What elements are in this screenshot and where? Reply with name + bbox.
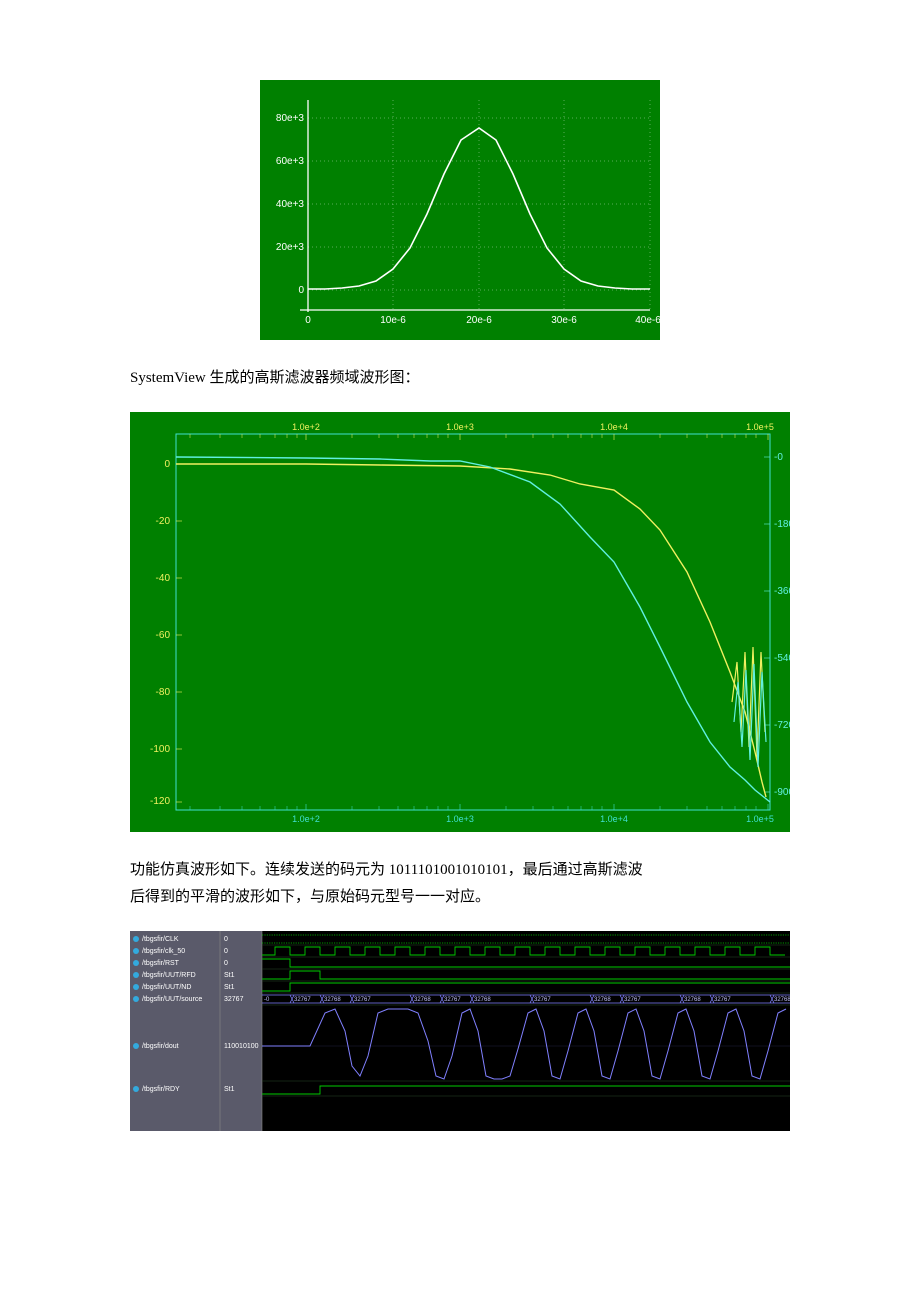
svg-text:32767: 32767 [444,997,461,1003]
y-tick: 0 [298,285,304,296]
svg-text:32767: 32767 [714,997,731,1003]
svg-text:32767: 32767 [624,997,641,1003]
svg-text:/tbgsfir/UUT/ND: /tbgsfir/UUT/ND [142,984,191,991]
svg-text:-0: -0 [264,997,270,1003]
svg-text:/tbgsfir/UUT/source: /tbgsfir/UUT/source [142,996,202,1003]
svg-text:/tbgsfir/dout: /tbgsfir/dout [142,1043,179,1050]
svg-text:32768: 32768 [414,997,431,1003]
gaussian-freq-chart: 0 -20 -40 -60 -80 -100 -120 -0 -180 [130,412,790,837]
caption-simulation: 功能仿真波形如下。连续发送的码元为 1011101001010101，最后通过高… [130,857,790,911]
svg-text:/tbgsfir/clk_50: /tbgsfir/clk_50 [142,948,185,955]
x-top-tick: 1.0e+5 [746,422,774,432]
svg-text:St1: St1 [224,984,235,991]
x-tick: 10e-6 [380,315,406,326]
x-bot-tick: 1.0e+2 [292,814,320,824]
svg-text:32768: 32768 [324,997,341,1003]
y-right-tick: -0 [774,452,783,463]
y-tick: 60e+3 [276,156,305,167]
x-bot-tick: 1.0e+4 [600,814,628,824]
svg-text:/tbgsfir/RST: /tbgsfir/RST [142,960,180,967]
x-bot-tick: 1.0e+3 [446,814,474,824]
y-right-tick: -900 [774,787,790,798]
svg-text:St1: St1 [224,972,235,979]
svg-text:0: 0 [224,936,228,943]
y-left-tick: -20 [156,516,171,527]
svg-text:32767: 32767 [354,997,371,1003]
svg-text:/tbgsfir/UUT/RFD: /tbgsfir/UUT/RFD [142,972,196,979]
caption-sim-line2: 后得到的平滑的波形如下，与原始码元型号一一对应。 [130,889,490,905]
svg-text:32768: 32768 [594,997,611,1003]
y-right-tick: -540 [774,653,790,664]
svg-text:St1: St1 [224,1086,235,1093]
svg-text:110010100: 110010100 [224,1043,259,1050]
x-top-tick: 1.0e+3 [446,422,474,432]
svg-text:32768: 32768 [474,997,491,1003]
y-left-tick: -60 [156,630,171,641]
gaussian-time-chart: 0 20e+3 40e+3 60e+3 80e+3 0 10e-6 20e-6 … [130,80,790,345]
y-right-tick: -720 [774,720,790,731]
y-left-tick: -120 [150,796,170,807]
svg-text:32768: 32768 [684,997,701,1003]
y-left-tick: -80 [156,687,171,698]
y-right-tick: -180 [774,519,790,530]
svg-text:0: 0 [224,960,228,967]
svg-text:/tbgsfir/RDY: /tbgsfir/RDY [142,1086,180,1093]
svg-text:32768: 32768 [774,997,790,1003]
x-tick: 30e-6 [551,315,577,326]
svg-text:32767: 32767 [534,997,551,1003]
svg-text:/tbgsfir/CLK: /tbgsfir/CLK [142,936,179,943]
y-left-tick: 0 [164,459,170,470]
svg-text:32767: 32767 [294,997,311,1003]
x-tick: 0 [305,315,311,326]
simulation-waveform: /tbgsfir/CLK 0 /tbgsfir/clk_50 0 /tbgsfi… [130,931,790,1136]
y-right-tick: -360 [774,586,790,597]
y-left-tick: -100 [150,744,170,755]
x-bot-tick: 1.0e+5 [746,814,774,824]
svg-text:0: 0 [224,948,228,955]
x-tick: 20e-6 [466,315,492,326]
x-top-tick: 1.0e+2 [292,422,320,432]
signal-row: /tbgsfir/UUT/source 32767 [133,996,244,1003]
caption-freq-response: SystemView 生成的高斯滤波器频域波形图： [130,365,790,392]
x-top-tick: 1.0e+4 [600,422,628,432]
caption-sim-line1: 功能仿真波形如下。连续发送的码元为 1011101001010101，最后通过高… [130,862,643,878]
x-tick: 40e-6 [635,315,660,326]
y-tick: 80e+3 [276,113,305,124]
y-left-tick: -40 [156,573,171,584]
svg-text:32767: 32767 [224,996,244,1003]
y-tick: 20e+3 [276,242,305,253]
y-tick: 40e+3 [276,199,305,210]
